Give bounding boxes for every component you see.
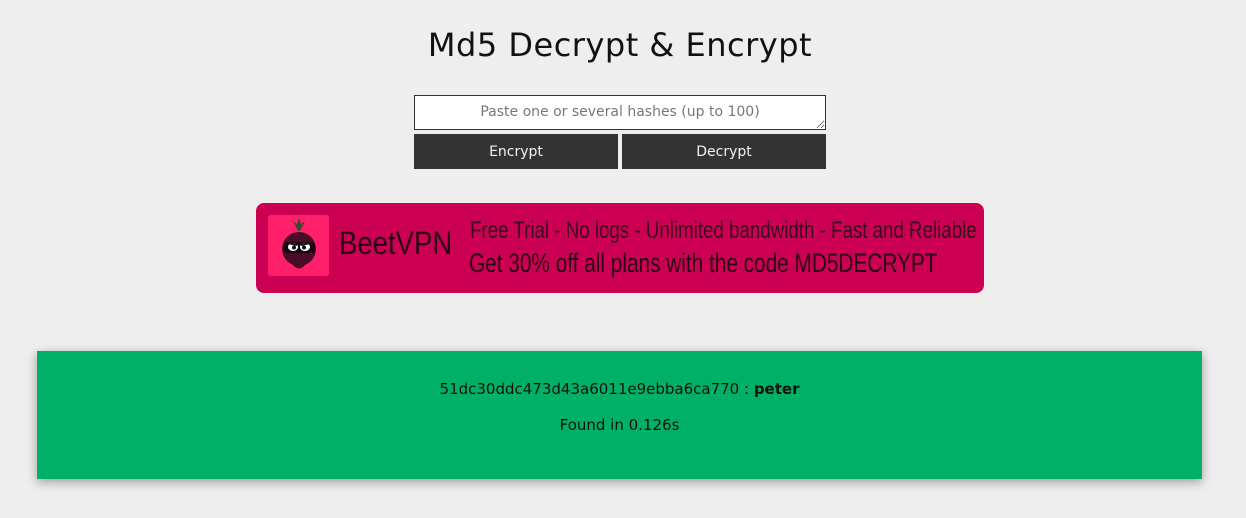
ad-brand-name: BeetVPN (339, 225, 453, 261)
result-panel: 51dc30ddc473d43a6011e9ebba6ca770 : peter… (37, 351, 1202, 479)
hash-input[interactable] (414, 95, 826, 130)
result-entry: 51dc30ddc473d43a6011e9ebba6ca770 : peter (37, 380, 1202, 398)
encrypt-button[interactable]: Encrypt (414, 134, 618, 169)
decrypt-button[interactable]: Decrypt (622, 134, 826, 169)
beet-ninja-logo-icon (268, 215, 329, 276)
ad-tagline: Free Trial - No logs - Unlimited bandwid… (470, 217, 977, 244)
page: Md5 Decrypt & Encrypt Encrypt Decrypt (0, 0, 1246, 518)
ad-promo-code: Get 30% off all plans with the code MD5D… (469, 248, 938, 278)
result-time: Found in 0.126s (559, 416, 680, 434)
result-plaintext: peter (753, 380, 800, 398)
beetvpn-ad-banner[interactable]: BeetVPN Free Trial - No logs - Unlimited… (256, 203, 984, 293)
result-separator: : (739, 380, 754, 398)
result-hash: 51dc30ddc473d43a6011e9ebba6ca770 (439, 380, 740, 398)
page-title: Md5 Decrypt & Encrypt (427, 26, 813, 64)
